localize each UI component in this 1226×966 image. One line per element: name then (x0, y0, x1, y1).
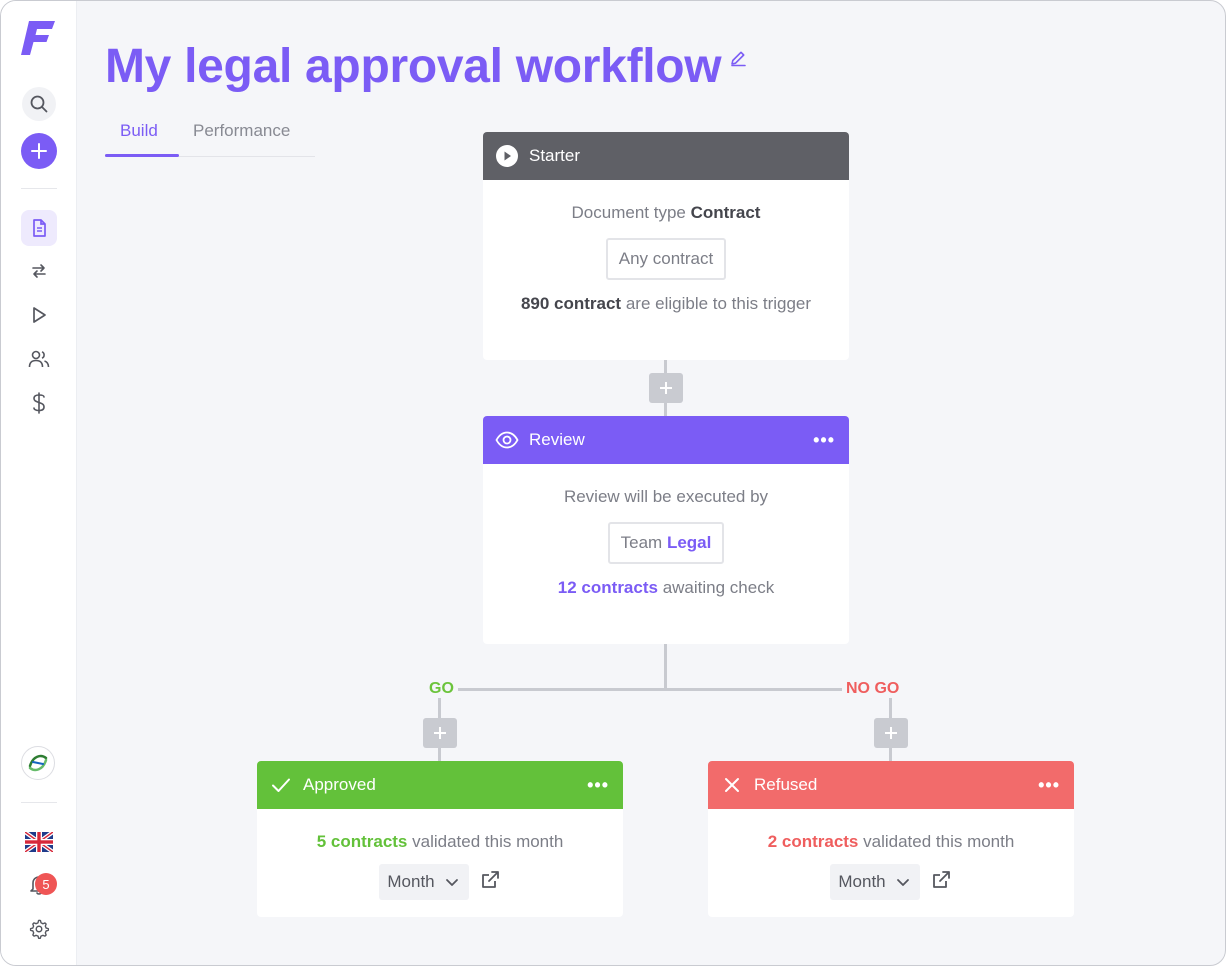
uk-flag-icon (25, 832, 53, 852)
add-button[interactable] (21, 133, 57, 169)
nogo-label: NO GO (842, 680, 904, 698)
sidebar-item-documents[interactable] (21, 210, 57, 246)
refused-count: 2 contracts (767, 832, 859, 851)
play-icon (33, 307, 46, 323)
search-icon (30, 95, 48, 113)
eligible-count: 890 contract (520, 294, 622, 313)
active-tab-indicator (105, 154, 179, 157)
review-title: Review (529, 430, 585, 449)
refused-title: Refused (754, 775, 818, 794)
close-icon (720, 773, 744, 797)
review-executor-line: Review will be executed by (563, 487, 769, 506)
tab-build[interactable]: Build (120, 121, 158, 141)
starter-card[interactable]: Starter Document type Contract Any contr… (483, 132, 849, 360)
connector-review-split (664, 643, 667, 690)
check-icon (269, 773, 293, 797)
sidebar: 5 (1, 1, 77, 965)
approved-open-external-button[interactable] (479, 869, 501, 896)
awaiting-count: 12 contracts (557, 578, 658, 597)
plus-icon (885, 727, 897, 739)
org-logo-icon (28, 754, 48, 772)
refused-card-body: 2 contracts validated this month Month (708, 832, 1074, 900)
starter-card-header: Starter (483, 132, 849, 180)
go-label: GO (425, 680, 458, 698)
sidebar-item-runs[interactable] (21, 297, 57, 333)
chevron-down-icon (445, 879, 458, 886)
sidebar-divider (21, 188, 57, 189)
refused-card[interactable]: Refused ••• 2 contracts validated this m… (708, 761, 1074, 917)
refused-count-line: 2 contracts validated this month (767, 832, 1015, 851)
plus-icon (660, 382, 672, 394)
document-type-value: Contract (690, 203, 761, 222)
page-title[interactable]: My legal approval workflow (105, 39, 722, 94)
approved-period-row: Month (257, 864, 623, 900)
pencil-icon (731, 51, 747, 66)
connector-branch-horizontal (438, 688, 892, 691)
refused-card-header: Refused ••• (708, 761, 1074, 809)
approved-title: Approved (303, 775, 376, 794)
refused-period-row: Month (708, 864, 1074, 900)
external-link-icon (932, 870, 950, 888)
sidebar-divider (21, 802, 57, 803)
language-selector[interactable] (21, 824, 57, 860)
approved-count: 5 contracts (316, 832, 408, 851)
team-pill[interactable]: Team Legal (607, 522, 725, 564)
notification-badge: 5 (35, 873, 57, 895)
document-type-line: Document type Contract (571, 203, 761, 222)
document-icon (33, 219, 46, 237)
eye-icon (495, 428, 519, 452)
dollar-icon (33, 392, 45, 414)
logo-icon (21, 21, 55, 55)
approved-more-icon[interactable]: ••• (587, 775, 609, 796)
plus-icon (31, 143, 47, 159)
starter-title: Starter (529, 146, 581, 165)
approved-period-select[interactable]: Month (379, 864, 469, 900)
team-name: Legal (666, 533, 712, 552)
approved-card-header: Approved ••• (257, 761, 623, 809)
sidebar-item-workflows[interactable] (21, 253, 57, 289)
review-card[interactable]: Review ••• Review will be executed by Te… (483, 416, 849, 644)
add-step-button[interactable] (649, 373, 683, 403)
review-more-icon[interactable]: ••• (813, 430, 835, 451)
gear-icon (29, 919, 50, 940)
approved-card-body: 5 contracts validated this month Month (257, 832, 623, 900)
app-logo[interactable] (19, 15, 59, 61)
sidebar-item-billing[interactable] (21, 385, 57, 421)
add-step-go-button[interactable] (423, 718, 457, 748)
chevron-down-icon (896, 879, 909, 886)
tab-bar: Build Performance (105, 111, 315, 157)
users-icon (28, 350, 50, 368)
organization-logo[interactable] (21, 746, 55, 780)
approved-count-line: 5 contracts validated this month (316, 832, 564, 851)
starter-card-body: Document type Contract Any contract 890 … (483, 203, 849, 314)
contract-filter-pill[interactable]: Any contract (605, 238, 727, 280)
approved-card[interactable]: Approved ••• 5 contracts validated this … (257, 761, 623, 917)
settings-button[interactable] (21, 911, 57, 947)
review-card-header: Review ••• (483, 416, 849, 464)
refused-more-icon[interactable]: ••• (1038, 775, 1060, 796)
refused-period-select[interactable]: Month (830, 864, 920, 900)
plus-icon (434, 727, 446, 739)
refused-open-external-button[interactable] (930, 869, 952, 896)
edit-title-button[interactable] (729, 49, 747, 71)
swap-icon (32, 264, 46, 278)
external-link-icon (481, 870, 499, 888)
review-card-body: Review will be executed by Team Legal 12… (483, 487, 849, 598)
add-step-nogo-button[interactable] (874, 718, 908, 748)
eligible-count-line: 890 contract are eligible to this trigge… (520, 294, 812, 313)
title-row: My legal approval workflow (105, 39, 747, 94)
search-button[interactable] (22, 87, 56, 121)
play-circle-icon (495, 144, 519, 168)
tab-performance[interactable]: Performance (193, 121, 290, 141)
awaiting-count-line: 12 contracts awaiting check (557, 578, 775, 597)
app-window: 5 My legal approval workflow Build Perfo… (0, 0, 1226, 966)
sidebar-item-users[interactable] (21, 341, 57, 377)
